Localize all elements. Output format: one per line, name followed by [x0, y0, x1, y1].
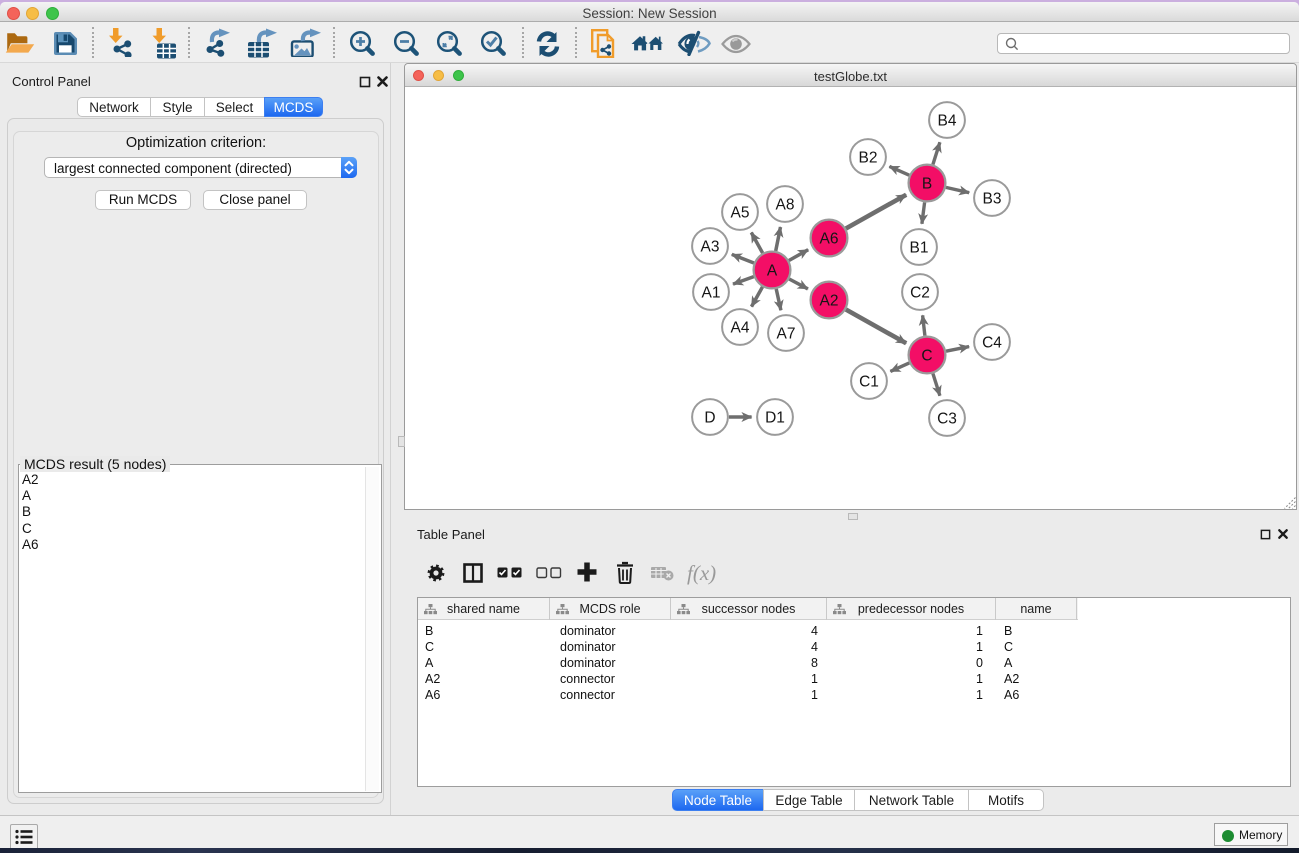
- svg-text:A1: A1: [702, 285, 721, 302]
- svg-text:B3: B3: [983, 191, 1002, 208]
- svg-text:C1: C1: [859, 374, 879, 391]
- svg-text:A4: A4: [731, 320, 750, 337]
- svg-text:B4: B4: [938, 113, 957, 130]
- svg-text:C4: C4: [982, 335, 1002, 352]
- svg-text:C3: C3: [937, 411, 957, 428]
- svg-text:A6: A6: [820, 231, 839, 248]
- svg-text:B: B: [922, 176, 932, 193]
- svg-text:D1: D1: [765, 410, 785, 427]
- svg-text:A2: A2: [820, 293, 839, 310]
- svg-text:B2: B2: [859, 150, 878, 167]
- svg-text:C2: C2: [910, 285, 930, 302]
- svg-text:A8: A8: [776, 197, 795, 214]
- svg-text:C: C: [921, 348, 932, 365]
- svg-text:A7: A7: [777, 326, 796, 343]
- svg-text:A5: A5: [731, 205, 750, 222]
- svg-text:A3: A3: [701, 239, 720, 256]
- svg-text:A: A: [767, 263, 778, 280]
- svg-text:B1: B1: [910, 240, 929, 257]
- svg-text:D: D: [704, 410, 715, 427]
